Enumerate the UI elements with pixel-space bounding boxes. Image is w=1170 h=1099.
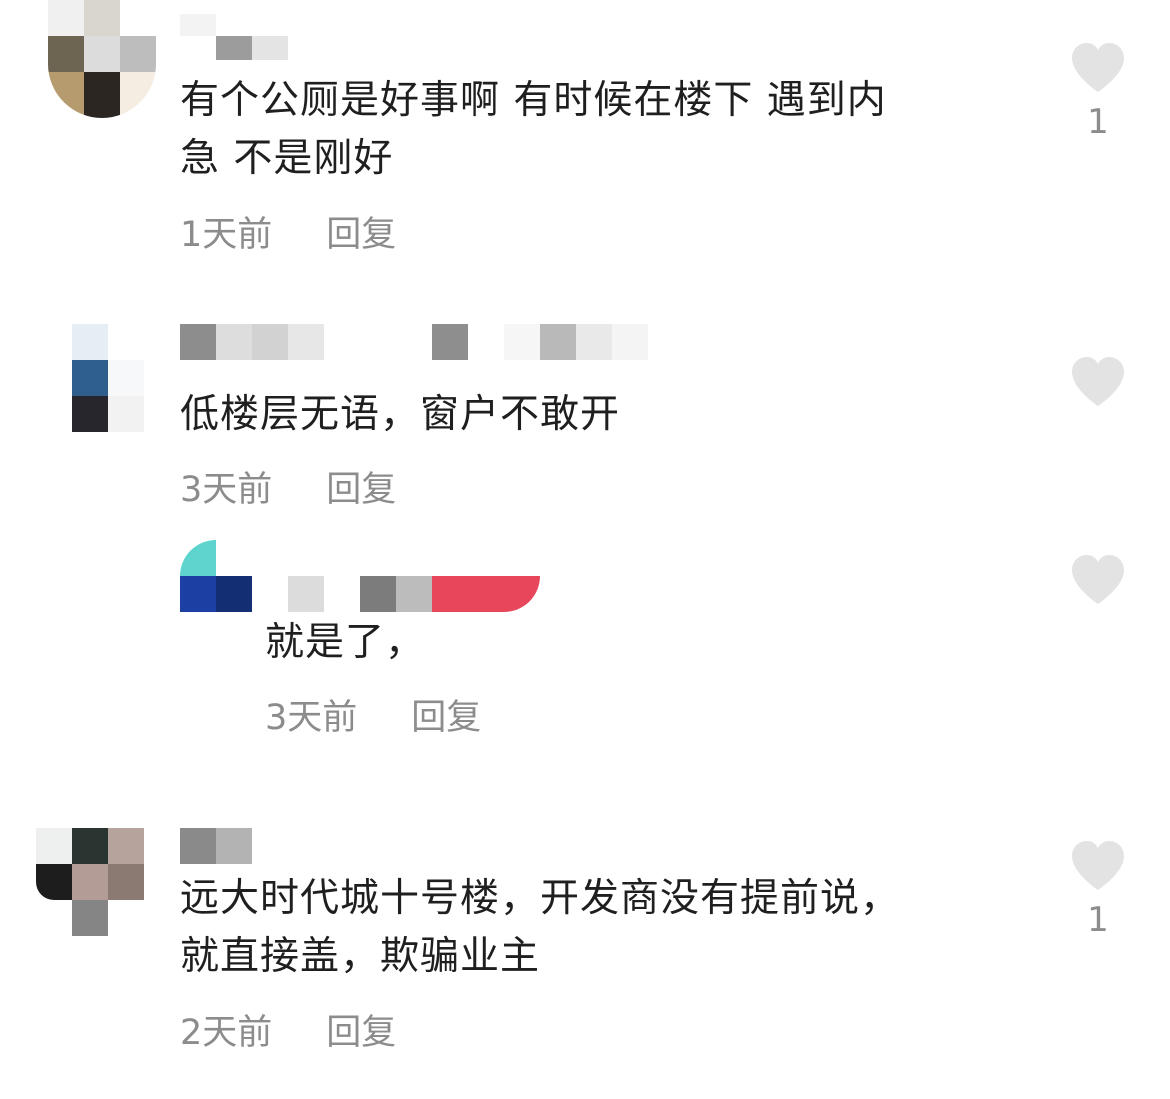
reply-button[interactable]: 回复 [326,470,396,510]
comment-meta: 2天前 回复 [180,1013,396,1053]
heart-icon[interactable] [1070,356,1126,408]
comment-time: 2天前 [180,1013,273,1053]
comment-time: 3天前 [180,470,273,510]
comment-meta: 3天前 回复 [265,698,481,738]
comment-text: 有个公厕是好事啊 有时候在楼下 遇到内 急 不是刚好 [180,78,887,181]
username[interactable] [180,14,300,60]
comment-meta: 3天前 回复 [180,470,396,510]
username[interactable] [180,324,650,360]
reply-button[interactable]: 回复 [411,698,481,738]
reply-button[interactable]: 回复 [326,1013,396,1053]
username[interactable] [288,576,540,612]
avatar[interactable] [36,828,144,936]
avatar[interactable] [48,0,156,118]
comment-time: 3天前 [265,698,358,738]
like-count: 1 [1087,102,1109,142]
comment-text: 就是了， [265,620,426,665]
reply-button[interactable]: 回复 [326,215,396,255]
avatar[interactable] [72,324,144,432]
comment-meta: 1天前 回复 [180,215,396,255]
comment-time: 1天前 [180,215,273,255]
username[interactable] [180,828,252,864]
like-count: 1 [1087,900,1109,940]
heart-icon[interactable] [1070,840,1126,892]
comment-text: 远大时代城十号楼，开发商没有提前说， 就直接盖，欺骗业主 [180,876,901,979]
avatar[interactable] [180,540,252,612]
heart-icon[interactable] [1070,42,1126,94]
heart-icon[interactable] [1070,554,1126,606]
comment-text: 低楼层无语，窗户不敢开 [180,392,621,437]
